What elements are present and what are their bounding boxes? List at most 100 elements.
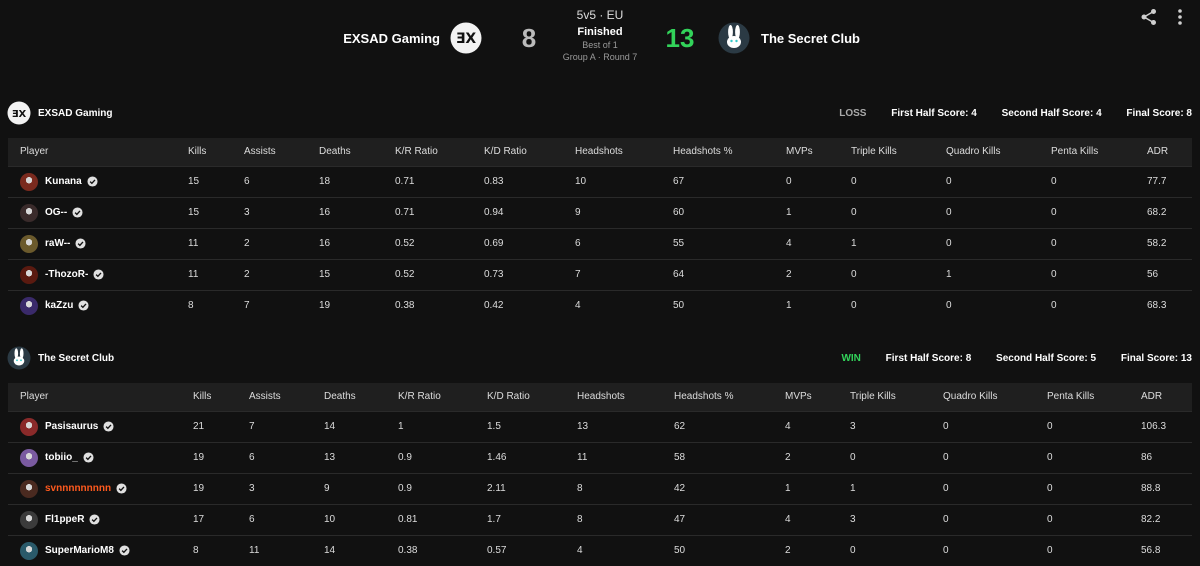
player-link[interactable]: kaZzu xyxy=(20,296,176,315)
player-avatar[interactable] xyxy=(20,265,38,284)
share-icon[interactable] xyxy=(1140,8,1158,26)
player-name[interactable]: Kunana xyxy=(45,176,82,187)
stat-cell: 1 xyxy=(774,196,839,228)
column-header[interactable]: Quadro Kills xyxy=(934,138,1039,166)
player-avatar[interactable] xyxy=(20,296,38,315)
stat-cell: 15 xyxy=(176,165,232,197)
player-cell: raW-- xyxy=(8,227,176,259)
player-name[interactable]: svnnnnnnnnn xyxy=(45,483,111,494)
column-header[interactable]: Quadro Kills xyxy=(931,383,1035,411)
player-name[interactable]: raW-- xyxy=(45,238,70,249)
team-b-section-name[interactable]: The Secret Club xyxy=(38,353,114,364)
column-header[interactable]: Penta Kills xyxy=(1035,383,1129,411)
team-a-final: Final Score: 8 xyxy=(1126,108,1192,119)
player-link[interactable]: raW-- xyxy=(20,234,176,253)
column-header[interactable]: Assists xyxy=(232,138,307,166)
stat-cell: 13 xyxy=(312,441,386,473)
stat-cell: 15 xyxy=(176,196,232,228)
column-header[interactable]: Headshots xyxy=(563,138,661,166)
team-b-logo[interactable] xyxy=(718,22,750,54)
team-a-small-logo[interactable]: ƎX xyxy=(7,101,31,125)
column-header[interactable]: Penta Kills xyxy=(1039,138,1135,166)
column-header[interactable]: Headshots % xyxy=(662,383,773,411)
player-link[interactable]: -ThozoR- xyxy=(20,265,176,284)
table-row: OG-- 15 3 16 0.71 0.94 9 60 1 0 0 0 68.2 xyxy=(8,196,1192,228)
player-name[interactable]: OG-- xyxy=(45,207,67,218)
player-link[interactable]: svnnnnnnnnn xyxy=(20,479,181,498)
stat-cell: 67 xyxy=(661,165,774,197)
player-cell: Pasisaurus xyxy=(8,410,181,442)
stat-cell: 0 xyxy=(1035,503,1129,535)
player-name[interactable]: -ThozoR- xyxy=(45,269,88,280)
column-header[interactable]: Headshots xyxy=(565,383,662,411)
stat-cell: 55 xyxy=(661,227,774,259)
stat-cell: 0.38 xyxy=(383,289,472,321)
stat-cell: 0 xyxy=(934,196,1039,228)
stat-cell: 0 xyxy=(1035,410,1129,442)
column-header[interactable]: ADR xyxy=(1129,383,1192,411)
table-row: svnnnnnnnnn 19 3 9 0.9 2.11 8 42 1 1 0 0 88.8 xyxy=(8,472,1192,504)
player-avatar[interactable] xyxy=(20,417,38,436)
player-cell: Fl1ppeR xyxy=(8,503,181,535)
player-link[interactable]: tobiio_ xyxy=(20,448,181,467)
stat-cell: 0 xyxy=(1039,196,1135,228)
team-b-small-logo[interactable] xyxy=(7,346,31,370)
player-cell: SuperMarioM8 xyxy=(8,534,181,566)
column-header[interactable]: Assists xyxy=(237,383,312,411)
player-name[interactable]: kaZzu xyxy=(45,300,73,311)
stat-cell: 0.71 xyxy=(383,196,472,228)
player-avatar[interactable] xyxy=(20,203,38,222)
stat-cell: 4 xyxy=(773,410,838,442)
stat-cell: 7 xyxy=(237,410,312,442)
match-best-of: Best of 1 xyxy=(582,40,618,50)
table-row: SuperMarioM8 8 11 14 0.38 0.57 4 50 2 0 0 0 56.8 xyxy=(8,534,1192,566)
player-link[interactable]: Kunana xyxy=(20,172,176,191)
stat-cell: 62 xyxy=(662,410,773,442)
player-avatar[interactable] xyxy=(20,479,38,498)
stat-cell: 0 xyxy=(1039,227,1135,259)
player-name[interactable]: Fl1ppeR xyxy=(45,514,84,525)
player-link[interactable]: SuperMarioM8 xyxy=(20,541,181,560)
stat-cell: 0 xyxy=(931,441,1035,473)
column-header[interactable]: K/D Ratio xyxy=(472,138,563,166)
column-header[interactable]: Player xyxy=(8,383,181,411)
player-link[interactable]: Fl1ppeR xyxy=(20,510,181,529)
team-a-logo[interactable]: ƎX xyxy=(450,22,482,54)
team-a-first-half: First Half Score: 4 xyxy=(891,108,977,119)
column-header[interactable]: Deaths xyxy=(307,138,383,166)
team-a-section-name[interactable]: EXSAD Gaming xyxy=(38,108,112,119)
column-header[interactable]: K/R Ratio xyxy=(386,383,475,411)
player-avatar[interactable] xyxy=(20,448,38,467)
svg-text:ƎX: ƎX xyxy=(12,109,27,120)
team-b-name[interactable]: The Secret Club xyxy=(761,31,860,46)
column-header[interactable]: ADR xyxy=(1135,138,1192,166)
player-avatar[interactable] xyxy=(20,234,38,253)
column-header[interactable]: Kills xyxy=(176,138,232,166)
column-header[interactable]: MVPs xyxy=(773,383,838,411)
player-link[interactable]: Pasisaurus xyxy=(20,417,181,436)
player-avatar[interactable] xyxy=(20,510,38,529)
verified-check-icon xyxy=(93,269,104,280)
column-header[interactable]: Kills xyxy=(181,383,237,411)
column-header[interactable]: K/D Ratio xyxy=(475,383,565,411)
stat-cell: 14 xyxy=(312,534,386,566)
player-name[interactable]: Pasisaurus xyxy=(45,421,98,432)
team-b-result: WIN xyxy=(841,353,861,364)
column-header[interactable]: Headshots % xyxy=(661,138,774,166)
column-header[interactable]: Player xyxy=(8,138,176,166)
player-avatar[interactable] xyxy=(20,541,38,560)
player-name[interactable]: SuperMarioM8 xyxy=(45,545,114,556)
player-name[interactable]: tobiio_ xyxy=(45,452,78,463)
column-header[interactable]: Triple Kills xyxy=(839,138,934,166)
team-a-name[interactable]: EXSAD Gaming xyxy=(343,31,440,46)
stat-cell: 1.7 xyxy=(475,503,565,535)
column-header[interactable]: MVPs xyxy=(774,138,839,166)
player-avatar[interactable] xyxy=(20,172,38,191)
more-vertical-icon[interactable] xyxy=(1172,8,1188,26)
column-header[interactable]: Triple Kills xyxy=(838,383,931,411)
column-header[interactable]: Deaths xyxy=(312,383,386,411)
player-link[interactable]: OG-- xyxy=(20,203,176,222)
column-header[interactable]: K/R Ratio xyxy=(383,138,472,166)
stat-cell: 0.81 xyxy=(386,503,475,535)
table-row: Fl1ppeR 17 6 10 0.81 1.7 8 47 4 3 0 0 82.2 xyxy=(8,503,1192,535)
